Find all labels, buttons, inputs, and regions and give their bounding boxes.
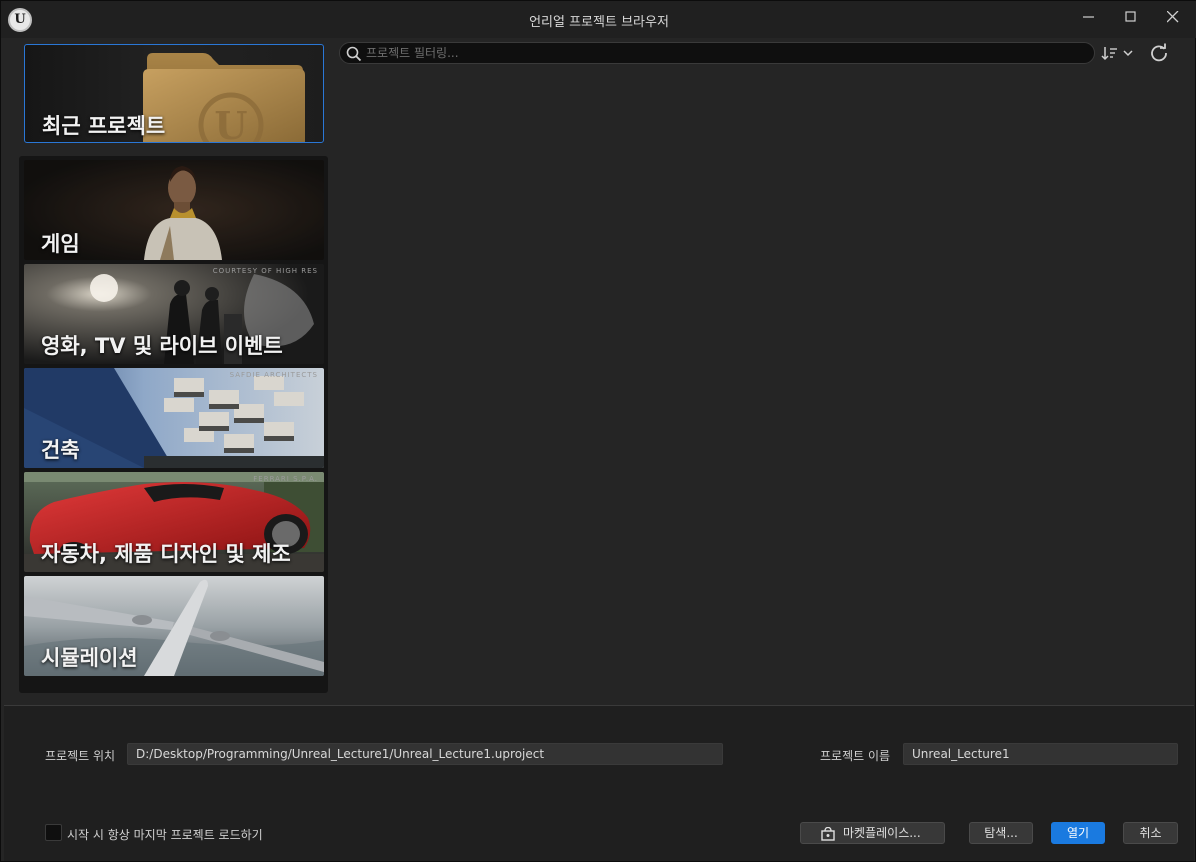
marketplace-button-label: 마켓플레이스... <box>843 826 921 840</box>
svg-text:U: U <box>214 103 247 143</box>
folder-icon: U <box>143 53 305 143</box>
load-last-project-label: 시작 시 항상 마지막 프로젝트 로드하기 <box>67 828 263 842</box>
recent-projects-card[interactable]: U 최근 프로젝트 <box>24 44 324 143</box>
browse-button[interactable]: 탐색... <box>969 822 1033 844</box>
project-name-label: 프로젝트 이름 <box>820 749 891 763</box>
project-name-field[interactable]: Unreal_Lecture1 <box>903 743 1178 765</box>
minimize-icon <box>1083 16 1094 18</box>
open-button[interactable]: 열기 <box>1051 822 1105 844</box>
project-filter-search[interactable] <box>339 42 1095 64</box>
architecture-image-credit: SAFDIE ARCHITECTS <box>229 371 318 379</box>
load-last-project-checkbox[interactable] <box>45 824 62 841</box>
search-input[interactable] <box>366 45 1066 61</box>
project-location-field[interactable]: D:/Desktop/Programming/Unreal_Lecture1/U… <box>127 743 723 765</box>
close-icon <box>1167 11 1179 23</box>
minimize-button[interactable] <box>1072 5 1106 29</box>
category-games-label: 게임 <box>41 232 80 256</box>
category-architecture-card[interactable]: SAFDIE ARCHITECTS 건축 <box>24 368 324 468</box>
close-button[interactable] <box>1156 5 1190 29</box>
automotive-image-credit: FERRARI S.P.A. <box>253 475 318 483</box>
category-simulation-card[interactable]: 시뮬레이션 <box>24 576 324 676</box>
category-film-card[interactable]: COURTESY OF HIGH RES 영화, TV 및 라이브 이벤트 <box>24 264 324 364</box>
project-location-label: 프로젝트 위치 <box>45 749 116 763</box>
category-film-label: 영화, TV 및 라이브 이벤트 <box>41 334 283 358</box>
search-icon <box>346 46 362 62</box>
maximize-button[interactable] <box>1114 5 1148 29</box>
title-bar[interactable]: U 언리얼 프로젝트 브라우저 <box>1 1 1196 38</box>
sort-icon <box>1101 47 1133 61</box>
cancel-button[interactable]: 취소 <box>1123 822 1178 844</box>
category-automotive-card[interactable]: FERRARI S.P.A. 자동차, 제품 디자인 및 제조 <box>24 472 324 572</box>
recent-projects-label: 최근 프로젝트 <box>42 114 166 138</box>
chevron-down-icon <box>1123 50 1133 57</box>
window-title: 언리얼 프로젝트 브라우저 <box>529 15 669 30</box>
refresh-button[interactable] <box>1149 43 1169 63</box>
refresh-icon <box>1151 43 1167 62</box>
maximize-icon <box>1125 11 1136 22</box>
category-games-card[interactable]: 게임 <box>24 160 324 260</box>
sort-dropdown-button[interactable] <box>1100 43 1136 63</box>
category-architecture-label: 건축 <box>41 438 80 462</box>
category-automotive-label: 자동차, 제품 디자인 및 제조 <box>41 542 291 566</box>
shopping-bag-icon <box>821 827 835 841</box>
marketplace-button[interactable]: 마켓플레이스... <box>800 822 945 844</box>
category-simulation-label: 시뮬레이션 <box>41 646 138 670</box>
project-browser-window: U 언리얼 프로젝트 브라우저 U 최근 프로젝트 게임 COURTESY OF… <box>0 0 1196 862</box>
film-image-credit: COURTESY OF HIGH RES <box>212 267 318 275</box>
